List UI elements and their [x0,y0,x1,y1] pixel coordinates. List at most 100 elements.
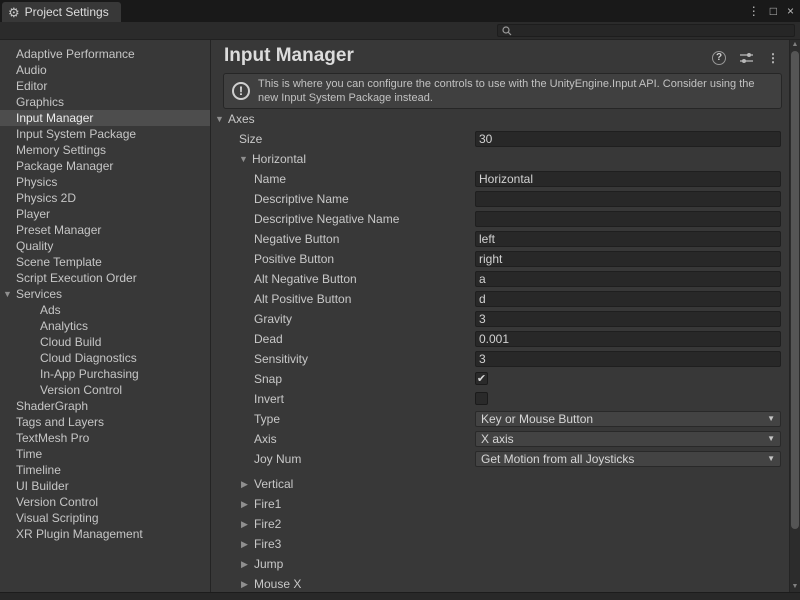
size-label: Size [211,132,262,146]
axis-label: Vertical [254,477,293,491]
presets-icon[interactable] [739,52,754,64]
snap-checkbox[interactable]: ✔ [475,372,488,385]
title-bar: ⚙ Project Settings ⋮ □ × [0,0,800,22]
sidebar-item-version-control[interactable]: Version Control [0,494,210,510]
sidebar-item-time[interactable]: Time [0,446,210,462]
help-icon[interactable]: ? [712,51,726,65]
sidebar-item-player[interactable]: Player [0,206,210,222]
sidebar-item-in-app-purchasing[interactable]: In-App Purchasing [0,366,210,382]
foldout-closed-icon[interactable]: ▶ [241,560,254,569]
sensitivity-input[interactable] [475,351,781,367]
axes-foldout-row: ▼ Axes [211,109,789,129]
sidebar-item-physics[interactable]: Physics [0,174,210,190]
axis-label: Fire3 [254,537,281,551]
context-menu-icon[interactable]: ⋮ [767,51,779,65]
search-input[interactable] [515,25,790,36]
field-row-negative-button: Negative Button [211,229,789,249]
sidebar-item-analytics[interactable]: Analytics [0,318,210,334]
field-row-axis: Axis X axis ▼ [211,429,789,449]
gravity-input[interactable] [475,311,781,327]
sidebar-item-scene-template[interactable]: Scene Template [0,254,210,270]
field-label: Name [211,172,286,186]
sidebar-item-audio[interactable]: Audio [0,62,210,78]
scroll-up-icon[interactable]: ▲ [790,40,800,50]
negative-button-input[interactable] [475,231,781,247]
search-icon [502,26,512,36]
sidebar-item-editor[interactable]: Editor [0,78,210,94]
descriptive-negative-name-input[interactable] [475,211,781,227]
axis-row-fire3: ▶ Fire3 [211,534,789,554]
window-controls: ⋮ □ × [748,0,794,22]
foldout-closed-icon[interactable]: ▶ [241,520,254,529]
toolbar [0,22,800,40]
field-row-invert: Invert [211,389,789,409]
horizontal-foldout-row: ▼ Horizontal [211,149,789,169]
field-row-snap: Snap ✔ [211,369,789,389]
foldout-closed-icon[interactable]: ▶ [241,540,254,549]
scrollbar-thumb[interactable] [791,51,799,529]
foldout-closed-icon[interactable]: ▶ [241,580,254,589]
sidebar-item-preset-manager[interactable]: Preset Manager [0,222,210,238]
vertical-scrollbar[interactable]: ▲ ▼ [789,40,800,592]
descriptive-name-input[interactable] [475,191,781,207]
alt-negative-button-input[interactable] [475,271,781,287]
field-label: Joy Num [211,452,301,466]
sidebar-item-physics-2d[interactable]: Physics 2D [0,190,210,206]
info-icon: ! [232,82,250,100]
alt-positive-button-input[interactable] [475,291,781,307]
positive-button-input[interactable] [475,251,781,267]
sidebar-item-tags-and-layers[interactable]: Tags and Layers [0,414,210,430]
sidebar-item-cloud-diagnostics[interactable]: Cloud Diagnostics [0,350,210,366]
foldout-open-icon[interactable]: ▼ [215,115,228,124]
sidebar-item-textmesh-pro[interactable]: TextMesh Pro [0,430,210,446]
type-dropdown[interactable]: Key or Mouse Button ▼ [475,411,781,427]
name-input[interactable] [475,171,781,187]
sidebar-item-ads[interactable]: Ads [0,302,210,318]
sidebar-item-xr-plugin-management[interactable]: XR Plugin Management [0,526,210,542]
axis-row-vertical: ▶ Vertical [211,474,789,494]
foldout-closed-icon[interactable]: ▶ [241,500,254,509]
sidebar-item-adaptive-performance[interactable]: Adaptive Performance [0,46,210,62]
sidebar-item-graphics[interactable]: Graphics [0,94,210,110]
close-icon[interactable]: × [787,4,794,18]
sidebar-item-services[interactable]: ▼ Services [0,286,210,302]
foldout-open-icon[interactable]: ▼ [3,290,16,299]
tab-title: Project Settings [25,5,109,19]
field-label: Snap [211,372,282,386]
check-icon: ✔ [476,373,487,385]
axis-dropdown[interactable]: X axis ▼ [475,431,781,447]
sidebar-item-visual-scripting[interactable]: Visual Scripting [0,510,210,526]
sidebar-item-version-control-service[interactable]: Version Control [0,382,210,398]
maximize-icon[interactable]: □ [770,4,777,18]
size-row: Size [211,129,789,149]
size-input[interactable] [475,131,781,147]
tab-project-settings[interactable]: ⚙ Project Settings [2,2,121,22]
field-row-positive-button: Positive Button [211,249,789,269]
foldout-open-icon[interactable]: ▼ [239,155,252,164]
sidebar-item-ui-builder[interactable]: UI Builder [0,478,210,494]
input-manager-panel: Input Manager ? ⋮ ! This is where you ca… [211,40,789,592]
sidebar-item-memory-settings[interactable]: Memory Settings [0,142,210,158]
sidebar-item-input-manager[interactable]: Input Manager [0,110,210,126]
axis-row-jump: ▶ Jump [211,554,789,574]
sidebar-item-shadergraph[interactable]: ShaderGraph [0,398,210,414]
window-menu-icon[interactable]: ⋮ [748,4,760,18]
sidebar-item-input-system-package[interactable]: Input System Package [0,126,210,142]
sidebar-item-timeline[interactable]: Timeline [0,462,210,478]
joy-num-dropdown[interactable]: Get Motion from all Joysticks ▼ [475,451,781,467]
info-box: ! This is where you can configure the co… [223,73,782,109]
field-label: Descriptive Negative Name [211,212,399,226]
search-box[interactable] [497,24,795,37]
field-row-alt-positive-button: Alt Positive Button [211,289,789,309]
foldout-closed-icon[interactable]: ▶ [241,480,254,489]
dead-input[interactable] [475,331,781,347]
invert-checkbox[interactable] [475,392,488,405]
sidebar-item-cloud-build[interactable]: Cloud Build [0,334,210,350]
axes-rows: ▼ Axes Size ▼ Horizontal Name Descriptiv… [211,109,789,592]
sidebar-item-script-execution-order[interactable]: Script Execution Order [0,270,210,286]
sidebar-item-package-manager[interactable]: Package Manager [0,158,210,174]
field-label: Invert [211,392,284,406]
field-row-dead: Dead [211,329,789,349]
scroll-down-icon[interactable]: ▼ [790,582,800,592]
sidebar-item-quality[interactable]: Quality [0,238,210,254]
